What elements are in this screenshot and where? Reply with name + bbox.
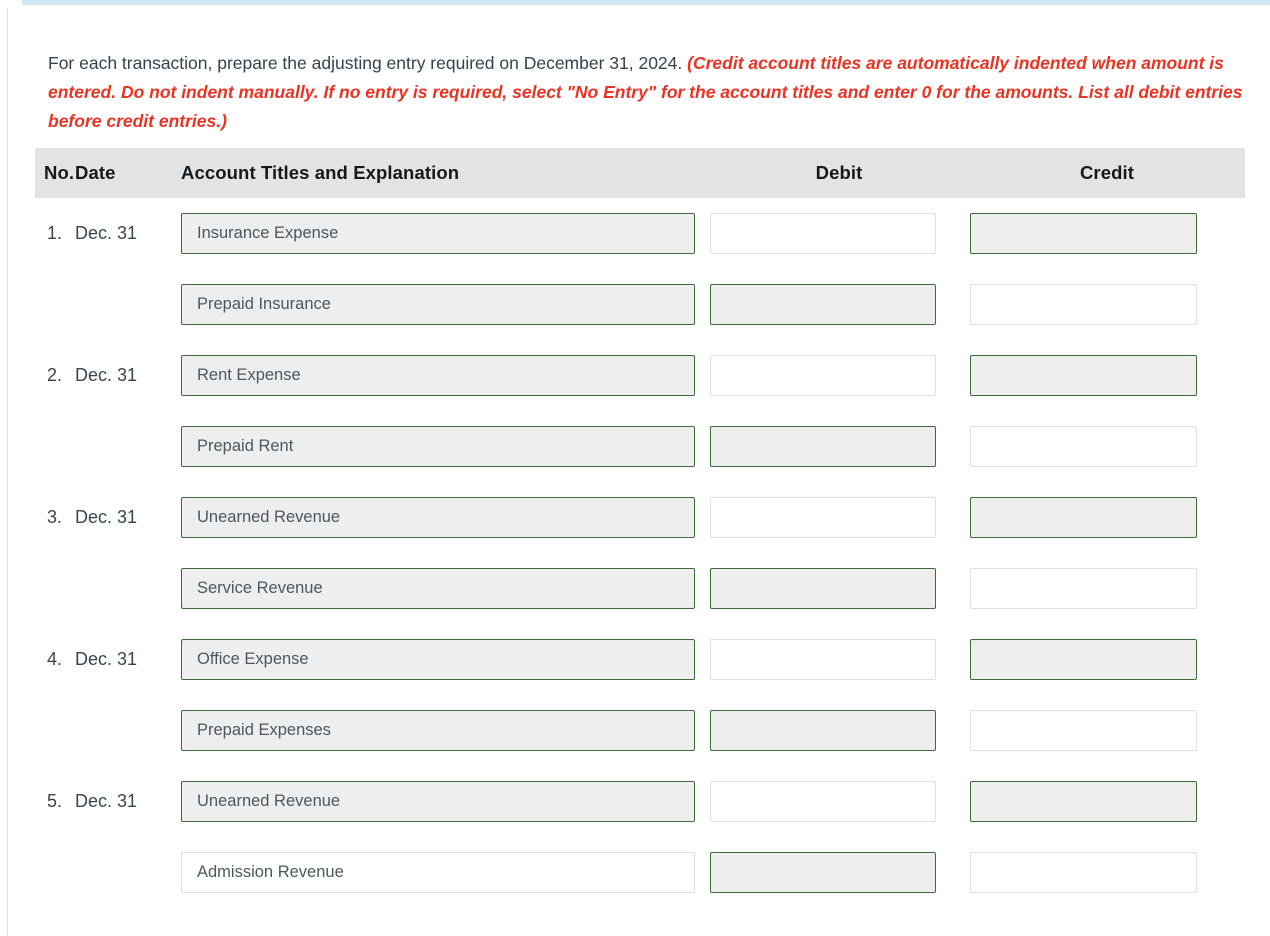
panel-left-rule <box>7 8 8 936</box>
entry-number: 1. <box>47 223 63 243</box>
debit-amount-input[interactable] <box>710 568 936 609</box>
journal-entry-line: 2. Dec. 31 Rent Expense <box>35 340 1245 411</box>
credit-cell <box>969 639 1245 680</box>
entry-date: Dec. 31 <box>75 507 138 527</box>
entry-date: Dec. 31 <box>75 365 138 385</box>
account-title-cell: Office Expense <box>181 639 709 680</box>
debit-cell <box>709 639 969 680</box>
credit-cell <box>969 852 1245 893</box>
account-title-select[interactable]: Prepaid Rent <box>181 426 695 467</box>
debit-amount-input <box>710 639 936 680</box>
journal-entry-line: 4. Dec. 31 Office Expense <box>35 624 1245 695</box>
journal-entry-line: 5. Dec. 31 Unearned Revenue <box>35 766 1245 837</box>
entry-number: 3. <box>47 507 63 527</box>
column-header-date: Date <box>75 162 116 183</box>
credit-amount-input[interactable] <box>970 355 1197 396</box>
debit-cell <box>709 568 969 609</box>
journal-entry-line: Prepaid Insurance <box>35 269 1245 340</box>
entry-number: 5. <box>47 791 63 811</box>
account-title-cell: Prepaid Insurance <box>181 284 709 325</box>
instructions-paragraph: For each transaction, prepare the adjust… <box>48 49 1248 136</box>
account-title-select[interactable]: Unearned Revenue <box>181 781 695 822</box>
credit-amount-input[interactable] <box>970 639 1197 680</box>
credit-amount-input <box>970 568 1197 609</box>
journal-entry-line: 1. Dec. 31 Insurance Expense <box>35 198 1245 269</box>
account-title-select[interactable]: Service Revenue <box>181 568 695 609</box>
debit-amount-input <box>710 355 936 396</box>
account-title-cell: Unearned Revenue <box>181 497 709 538</box>
entry-number: 2. <box>47 365 63 385</box>
account-title-select[interactable]: Office Expense <box>181 639 695 680</box>
account-title-cell: Admission Revenue <box>181 852 709 893</box>
debit-amount-input[interactable] <box>710 710 936 751</box>
credit-amount-input[interactable] <box>970 497 1197 538</box>
debit-cell <box>709 497 969 538</box>
journal-entry-table: No. Date Account Titles and Explanation … <box>35 148 1245 908</box>
column-header-account: Account Titles and Explanation <box>181 162 460 183</box>
credit-amount-input[interactable] <box>970 213 1197 254</box>
journal-entry-line: Prepaid Expenses <box>35 695 1245 766</box>
account-title-select[interactable]: Rent Expense <box>181 355 695 396</box>
debit-amount-input[interactable] <box>710 284 936 325</box>
journal-entry-line: Admission Revenue <box>35 837 1245 908</box>
journal-entry-line: Service Revenue <box>35 553 1245 624</box>
account-title-cell: Unearned Revenue <box>181 781 709 822</box>
credit-amount-input <box>970 710 1197 751</box>
credit-cell <box>969 710 1245 751</box>
credit-amount-input <box>970 852 1197 893</box>
table-row: 3. Dec. 31 Unearned Revenue Service Revenue <box>35 482 1245 624</box>
debit-cell <box>709 355 969 396</box>
credit-cell <box>969 781 1245 822</box>
table-row: 4. Dec. 31 Office Expense Prepaid Expenses <box>35 624 1245 766</box>
credit-cell <box>969 355 1245 396</box>
credit-cell <box>969 497 1245 538</box>
table-row: 5. Dec. 31 Unearned Revenue Admission Reven… <box>35 766 1245 908</box>
top-accent-bar <box>22 0 1270 5</box>
credit-amount-input[interactable] <box>970 781 1197 822</box>
debit-amount-input <box>710 497 936 538</box>
account-title-select[interactable]: Prepaid Expenses <box>181 710 695 751</box>
account-title-select[interactable]: Unearned Revenue <box>181 497 695 538</box>
debit-amount-input[interactable] <box>710 426 936 467</box>
entry-date: Dec. 31 <box>75 791 138 811</box>
debit-amount-input <box>710 781 936 822</box>
table-body: 1. Dec. 31 Insurance Expense Prepaid Insura… <box>35 198 1245 908</box>
debit-cell <box>709 710 969 751</box>
account-title-select[interactable]: Prepaid Insurance <box>181 284 695 325</box>
account-title-select[interactable]: Insurance Expense <box>181 213 695 254</box>
instructions-lead-text: For each transaction, prepare the adjust… <box>48 52 683 73</box>
account-title-cell: Prepaid Rent <box>181 426 709 467</box>
credit-amount-input <box>970 284 1197 325</box>
credit-cell <box>969 284 1245 325</box>
account-title-cell: Insurance Expense <box>181 213 709 254</box>
account-title-cell: Service Revenue <box>181 568 709 609</box>
debit-cell <box>709 213 969 254</box>
account-title-cell: Prepaid Expenses <box>181 710 709 751</box>
column-header-debit: Debit <box>815 162 863 183</box>
debit-cell <box>709 426 969 467</box>
debit-cell <box>709 284 969 325</box>
entry-number: 4. <box>47 649 63 669</box>
account-title-cell: Rent Expense <box>181 355 709 396</box>
account-title-select[interactable]: Admission Revenue <box>181 852 695 893</box>
credit-cell <box>969 213 1245 254</box>
journal-entry-line: 3. Dec. 31 Unearned Revenue <box>35 482 1245 553</box>
credit-cell <box>969 426 1245 467</box>
journal-entry-line: Prepaid Rent <box>35 411 1245 482</box>
debit-amount-input[interactable] <box>710 852 936 893</box>
column-header-no: No. <box>44 162 75 183</box>
debit-cell <box>709 781 969 822</box>
debit-cell <box>709 852 969 893</box>
table-header-row: No. Date Account Titles and Explanation … <box>35 148 1245 198</box>
entry-date: Dec. 31 <box>75 223 138 243</box>
column-header-credit: Credit <box>1079 162 1135 183</box>
table-row: 1. Dec. 31 Insurance Expense Prepaid Insura… <box>35 198 1245 340</box>
table-row: 2. Dec. 31 Rent Expense Prepaid Rent <box>35 340 1245 482</box>
entry-date: Dec. 31 <box>75 649 138 669</box>
credit-amount-input <box>970 426 1197 467</box>
credit-cell <box>969 568 1245 609</box>
debit-amount-input <box>710 213 936 254</box>
